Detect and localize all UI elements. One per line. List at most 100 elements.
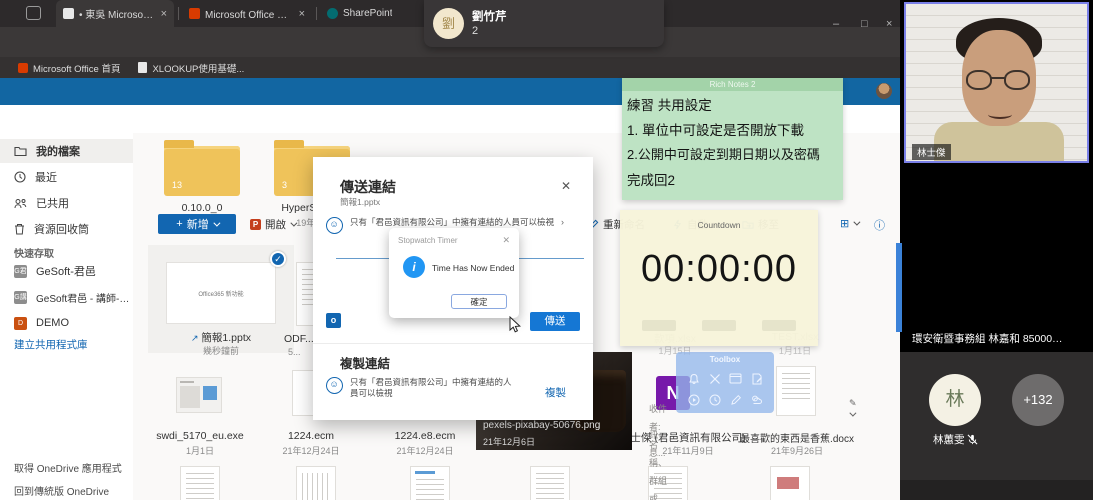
copy-link-title: 複製連結 <box>340 353 390 372</box>
file-name[interactable]: 0.10.0_0 <box>142 202 262 214</box>
plus-icon: + <box>176 218 182 230</box>
tab-close-icon[interactable]: × <box>161 8 167 20</box>
file-name[interactable]: swdi_5170_eu.exe <box>140 430 260 442</box>
selected-check-icon[interactable]: ✓ <box>270 251 286 267</box>
dialog-title: 傳送連結 <box>340 177 396 197</box>
tab-label: Microsoft Office 首頁 <box>205 6 292 21</box>
weather-icon[interactable] <box>750 394 763 405</box>
new-button[interactable]: + 新增 <box>158 214 236 234</box>
folder-tile[interactable]: 13 <box>164 146 240 196</box>
quick-access-label: 快速存取 <box>14 245 54 260</box>
doc-thumbnail <box>410 466 450 500</box>
thumbnail-text: Office365 新功能 <box>167 289 275 298</box>
participant-avatar[interactable]: 林 <box>929 374 981 426</box>
clock-icon <box>14 171 26 183</box>
meeting-chat-notification[interactable]: 劉 劉竹芹 2 <box>424 0 664 47</box>
play-icon[interactable] <box>688 394 700 406</box>
countdown-button[interactable] <box>702 320 736 331</box>
browser-tab-1[interactable]: • 東吳 Microsoft – 活用 Microsof × <box>56 0 174 27</box>
countdown-time: 00:00:00 <box>620 248 818 291</box>
details-button[interactable]: ⓘ <box>874 217 885 233</box>
office-icon <box>18 63 28 73</box>
file-name[interactable]: ↗ 簡報1.pptx <box>148 330 294 345</box>
tab-close-icon[interactable]: × <box>299 8 305 20</box>
file-date: 21年12月24日 <box>365 444 485 457</box>
browser-tab-3[interactable]: SharePoint <box>320 0 420 27</box>
countdown-title: Countdown <box>620 220 818 230</box>
file-name: pexels-pixabay-50676.png <box>483 420 600 431</box>
account-avatar[interactable] <box>876 83 892 99</box>
powerpoint-icon: P <box>250 219 261 230</box>
glasses-left-lens <box>966 70 992 90</box>
doc-thumbnail <box>296 466 336 500</box>
doc-thumbnail <box>180 466 220 500</box>
countdown-button[interactable] <box>642 320 676 331</box>
countdown-widget[interactable]: Countdown 00:00:00 <box>620 210 818 346</box>
outlook-icon[interactable]: o <box>326 313 341 328</box>
file-name[interactable]: 1224.e8.ecm <box>365 430 485 442</box>
pencil-icon[interactable] <box>730 394 742 406</box>
notification-count: 2 <box>472 25 478 37</box>
toolbox-grid <box>683 368 767 410</box>
toolbox-title: Toolbox <box>676 355 774 364</box>
message-input[interactable]: 訊息... <box>649 425 666 461</box>
sidebar-item-gesoft-lecturer[interactable]: G講 GeSoft君邑 - 講師-士傑 <box>0 285 133 309</box>
pencil-icon[interactable]: ✎ <box>849 398 857 419</box>
create-shared-library-link[interactable]: 建立共用程式庫 <box>14 337 88 352</box>
sidebar-item-my-files[interactable]: 我的檔案 <box>0 139 133 163</box>
note-line: 練習 共用設定 <box>627 94 839 114</box>
get-onedrive-apps-link[interactable]: 取得 OneDrive 應用程式 <box>14 460 122 475</box>
view-options-button[interactable]: ⊞ <box>840 217 858 230</box>
ok-button[interactable]: 確定 <box>451 294 507 309</box>
tab-actions-icon[interactable] <box>26 6 41 20</box>
copy-button[interactable]: 複製 <box>545 385 566 400</box>
browser-tab-2[interactable]: Microsoft Office 首頁 × <box>182 0 312 27</box>
folder-item-count: 13 <box>172 180 182 190</box>
permission-people-icon <box>326 377 343 394</box>
send-button[interactable]: 傳送 <box>530 312 580 331</box>
note-line: 完成回2 <box>627 169 839 189</box>
shuffle-icon[interactable] <box>709 373 721 385</box>
participant-name: 林蕙雯 <box>933 432 978 447</box>
bookmark-office[interactable]: Microsoft Office 首頁 <box>18 61 120 75</box>
close-icon[interactable]: ✕ <box>561 179 571 193</box>
site-icon: G講 <box>14 291 27 304</box>
sidebar-item-shared[interactable]: 已共用 <box>0 191 133 215</box>
copy-permission-row[interactable]: 只有「君邑資訊有限公司」中擁有連結的人員可以檢視 <box>326 377 578 399</box>
info-icon: i <box>403 256 425 278</box>
countdown-button[interactable] <box>762 320 796 331</box>
toolbox-widget[interactable]: Toolbox <box>676 352 774 413</box>
tab-label: SharePoint <box>343 8 392 19</box>
file-name[interactable]: 1224.ecm <box>251 430 371 442</box>
sidebar-item-recycle-bin[interactable]: 資源回收筒 <box>0 217 133 241</box>
speaker-smile <box>988 110 1012 119</box>
overflow-participants-badge[interactable]: +132 <box>1012 374 1064 426</box>
sidebar-item-gesoft[interactable]: G君 GeSoft-君邑 <box>0 259 133 283</box>
grid-view-icon: ⊞ <box>840 217 849 230</box>
green-sticky-note[interactable]: Rich Notes 2 練習 共用設定 1. 單位中可設定是否開放下載 2.公… <box>622 78 843 200</box>
speaker-video[interactable]: 林士傑 <box>904 2 1089 163</box>
site-icon: D <box>14 317 27 330</box>
tab-divider <box>316 7 317 20</box>
folder-item-count: 3 <box>282 180 287 190</box>
permission-people-icon <box>326 217 343 234</box>
open-button[interactable]: P 開啟 <box>250 217 295 232</box>
sidebar-item-recent[interactable]: 最近 <box>0 165 133 189</box>
bell-icon[interactable] <box>688 373 700 385</box>
office-icon <box>189 8 200 19</box>
people-icon <box>14 198 27 209</box>
return-classic-link[interactable]: 回到傳統版 OneDrive <box>14 483 109 498</box>
note-edit-icon[interactable] <box>751 373 763 385</box>
window-icon[interactable] <box>729 373 742 384</box>
file-date: 21年12月24日 <box>251 444 371 457</box>
close-icon[interactable]: ✕ <box>502 235 510 246</box>
clock-icon[interactable] <box>709 394 721 406</box>
sharepoint-icon <box>327 8 338 19</box>
file-name[interactable]: 最喜歡的東西是香蕉.docx <box>722 430 872 445</box>
mouse-cursor <box>509 316 522 334</box>
sidebar-item-demo[interactable]: D DEMO <box>0 311 133 335</box>
dialog-file-name: 簡報1.pptx <box>340 196 380 208</box>
glasses-bridge <box>991 77 1005 79</box>
selected-file-tile[interactable]: ✓ Office365 新功能 ↗ 簡報1.pptx 幾秒鐘前 <box>148 245 294 353</box>
bookmark-xlookup[interactable]: XLOOKUP使用基礎... <box>138 61 244 75</box>
